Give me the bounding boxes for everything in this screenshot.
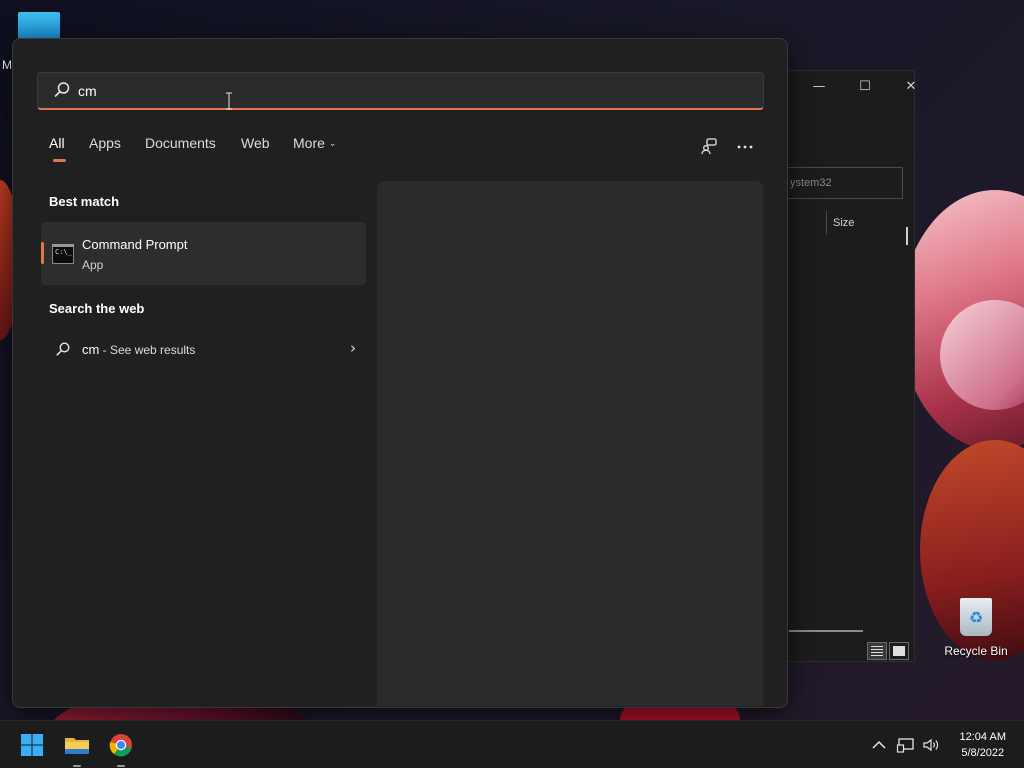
web-search-result[interactable]: cm - See web results › xyxy=(41,334,366,366)
text-cursor-icon xyxy=(226,92,232,110)
tab-label: Web xyxy=(241,135,270,151)
large-icons-view-button[interactable] xyxy=(889,642,909,660)
preview-pane xyxy=(377,181,763,706)
chevron-up-icon[interactable] xyxy=(869,735,889,755)
recycle-bin-label: Recycle Bin xyxy=(944,644,1008,658)
clock-date: 5/8/2022 xyxy=(961,747,1005,759)
chevron-down-icon: ⌄ xyxy=(328,138,337,148)
search-icon xyxy=(54,82,70,97)
tab-more[interactable]: More ⌄ xyxy=(293,135,336,151)
best-match-result[interactable]: C:\_ Command Prompt App xyxy=(41,222,366,285)
maximize-button[interactable]: ☐ xyxy=(855,77,875,97)
tab-documents[interactable]: Documents xyxy=(145,135,216,151)
recycle-bin-shortcut[interactable]: ♻ Recycle Bin xyxy=(940,598,1012,668)
clock-time: 12:04 AM xyxy=(959,731,1006,743)
start-button[interactable] xyxy=(16,729,48,761)
size-column-header[interactable]: Size xyxy=(833,217,854,229)
web-result-suffix: - See web results xyxy=(99,343,196,357)
tab-web[interactable]: Web xyxy=(241,135,270,151)
search-input[interactable] xyxy=(78,79,738,103)
close-button[interactable]: ✕ xyxy=(901,77,921,97)
tab-label: More xyxy=(293,135,325,151)
web-result-text: cm - See web results xyxy=(82,342,195,357)
search-icon xyxy=(56,342,70,356)
running-indicator xyxy=(73,765,81,767)
folder-icon xyxy=(65,738,89,754)
volume-icon[interactable] xyxy=(921,735,941,755)
account-switch-icon[interactable] xyxy=(698,135,722,159)
window-controls: — ☐ ✕ xyxy=(791,77,917,97)
command-prompt-icon: C:\_ xyxy=(52,244,74,264)
tab-label: All xyxy=(49,135,65,151)
search-web-heading: Search the web xyxy=(49,301,145,316)
chrome-icon xyxy=(109,734,132,757)
web-query: cm xyxy=(82,342,100,357)
column-divider[interactable] xyxy=(826,211,827,235)
active-tab-indicator xyxy=(53,159,66,162)
selection-indicator xyxy=(41,242,44,264)
result-subtitle: App xyxy=(82,258,104,272)
desktop-icon-label: M xyxy=(2,58,12,72)
running-indicator xyxy=(117,765,125,767)
details-view-button[interactable] xyxy=(867,642,887,660)
windows-logo-icon xyxy=(21,734,43,756)
tab-label: Apps xyxy=(89,135,121,151)
minimize-button[interactable]: — xyxy=(809,77,829,97)
chevron-right-icon[interactable]: › xyxy=(350,339,356,357)
tab-apps[interactable]: Apps xyxy=(89,135,121,151)
search-box[interactable] xyxy=(37,72,764,110)
system-clock[interactable]: 12:04 AM 5/8/2022 xyxy=(960,729,1006,761)
chrome-button[interactable] xyxy=(105,729,137,767)
best-match-heading: Best match xyxy=(49,194,120,209)
address-bar[interactable]: ystem32 xyxy=(785,167,903,199)
search-panel: All Apps Documents Web More⌄ Best match … xyxy=(12,38,788,708)
tab-all[interactable]: All xyxy=(49,135,66,162)
file-explorer-button[interactable] xyxy=(61,729,93,767)
more-options-icon[interactable] xyxy=(733,135,757,159)
network-icon[interactable] xyxy=(896,735,916,755)
scrollbar-thumb[interactable] xyxy=(906,227,908,245)
tab-label: Documents xyxy=(145,135,216,151)
result-title: Command Prompt xyxy=(82,237,188,252)
taskbar: 12:04 AM 5/8/2022 xyxy=(0,720,1024,768)
recycle-bin-icon: ♻ xyxy=(960,598,992,636)
file-explorer-window: — ☐ ✕ ystem32 Size xyxy=(770,70,917,662)
horizontal-scrollbar[interactable] xyxy=(789,630,863,632)
